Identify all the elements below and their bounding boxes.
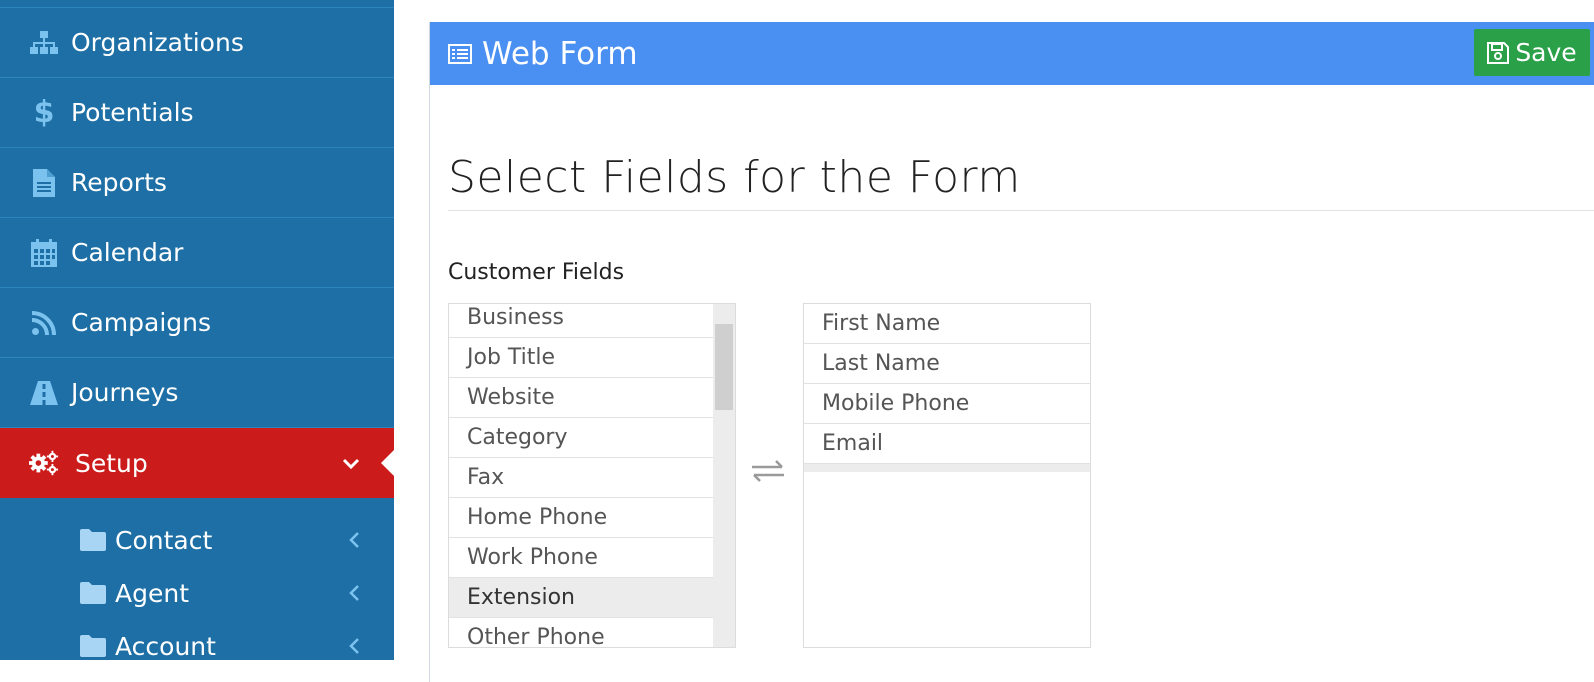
sidebar-subitem-label: Contact [115,525,213,555]
selected-field-last-name[interactable]: Last Name [804,344,1090,384]
available-field-job-title[interactable]: Job Title [449,338,715,378]
drop-placeholder [804,464,1090,472]
web-form-panel: Web Form Save Select Fields for the Form… [429,22,1594,682]
chevron-left-icon [349,532,359,548]
sidebar-item-reports[interactable]: Reports [0,148,394,218]
calendar-icon [29,238,59,268]
available-field-other-phone[interactable]: Other Phone [449,618,715,647]
sidebar-item-label: Calendar [71,238,184,267]
road-icon [29,378,59,408]
floppy-disk-icon [1487,41,1510,64]
sidebar-subitem-label: Agent [115,578,189,608]
sidebar: Organizations $ Potentials Reports Calen… [0,0,394,660]
available-field-business[interactable]: Business [449,304,715,338]
folder-icon [80,634,106,658]
sidebar-item-setup[interactable]: Setup [0,428,394,498]
chevron-left-icon [349,585,359,601]
available-field-work-phone[interactable]: Work Phone [449,538,715,578]
panel-header: Web Form Save [430,22,1594,85]
swap-arrows-icon [752,460,784,482]
sidebar-subitem-agent[interactable]: Agent [0,567,394,619]
sidebar-item-label: Potentials [71,98,194,127]
chevron-left-icon [349,638,359,654]
file-text-icon [29,168,59,198]
sidebar-item-label: Journeys [71,378,179,407]
scrollbar[interactable] [713,304,735,647]
selected-field-mobile-phone[interactable]: Mobile Phone [804,384,1090,424]
save-button[interactable]: Save [1474,29,1590,76]
available-field-category[interactable]: Category [449,418,715,458]
available-fields-list[interactable]: Business Job Title Website Category Fax Home … [448,303,736,648]
sidebar-item-label: Campaigns [71,308,212,337]
dollar-icon: $ [33,95,55,130]
sidebar-item-campaigns[interactable]: Campaigns [0,288,394,358]
section-title: Select Fields for the Form [448,152,1021,203]
sidebar-item-label: Reports [71,168,167,197]
available-fields-rows: Business Job Title Website Category Fax Home … [449,304,715,647]
available-field-fax[interactable]: Fax [449,458,715,498]
sidebar-subitem-account[interactable]: Account [0,620,394,660]
gears-icon [29,448,59,478]
save-button-label: Save [1515,38,1577,67]
sidebar-item-label: Setup [75,448,148,478]
selected-field-email[interactable]: Email [804,424,1090,464]
divider [448,210,1594,211]
chevron-down-icon [342,458,360,470]
selected-fields-rows: First Name Last Name Mobile Phone Email [804,304,1090,464]
customer-fields-label: Customer Fields [448,260,625,285]
sidebar-subitem-contact[interactable]: Contact [0,514,394,566]
folder-icon [80,581,106,605]
sitemap-icon [29,28,59,58]
rss-icon [29,308,59,338]
sidebar-top-edge [0,0,394,8]
sidebar-item-potentials[interactable]: $ Potentials [0,78,394,148]
selected-field-first-name[interactable]: First Name [804,304,1090,344]
list-alt-icon [448,43,472,64]
folder-icon [80,528,106,552]
sidebar-subitem-label: Account [115,631,216,661]
panel-title: Web Form [482,35,638,72]
selected-fields-list[interactable]: First Name Last Name Mobile Phone Email [803,303,1091,648]
available-field-extension[interactable]: Extension [449,578,715,618]
available-field-home-phone[interactable]: Home Phone [449,498,715,538]
available-field-website[interactable]: Website [449,378,715,418]
sidebar-item-label: Organizations [71,28,244,57]
sidebar-item-organizations[interactable]: Organizations [0,8,394,78]
scrollbar-thumb[interactable] [715,324,733,410]
sidebar-item-journeys[interactable]: Journeys [0,358,394,428]
sidebar-item-calendar[interactable]: Calendar [0,218,394,288]
